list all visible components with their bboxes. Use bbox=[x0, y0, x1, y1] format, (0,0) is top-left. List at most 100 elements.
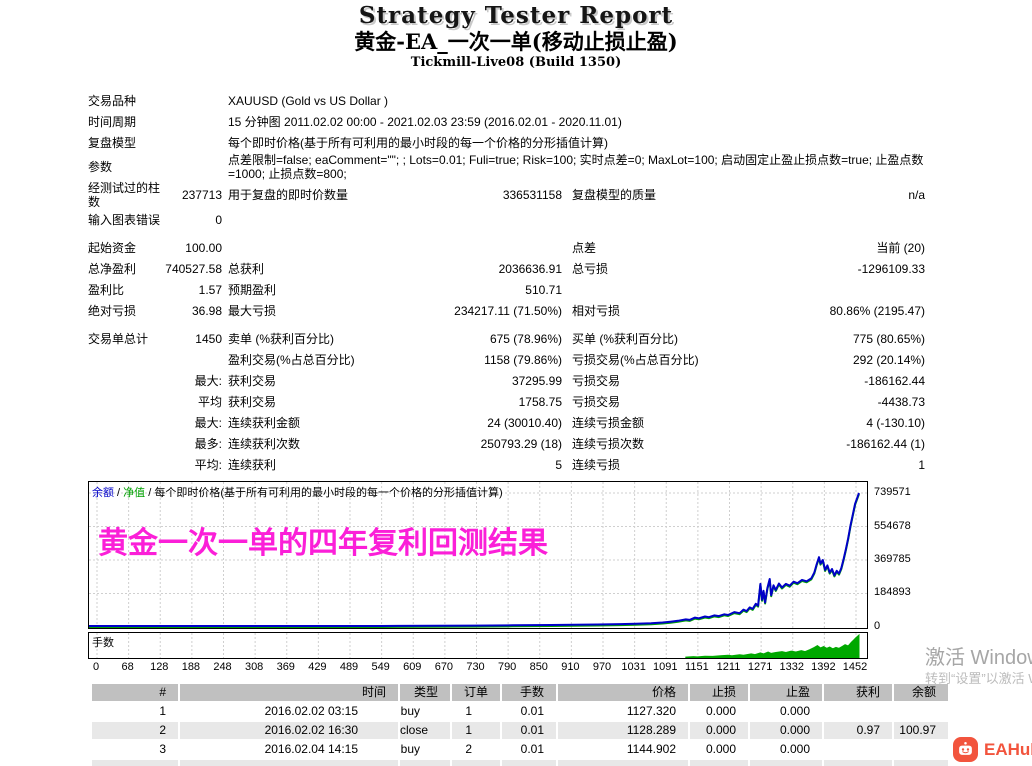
summary-label: 复盘模型的质量 bbox=[572, 188, 657, 202]
x-tick-label: 1031 bbox=[621, 661, 646, 673]
summary-value bbox=[163, 90, 222, 111]
trades-header-cell: 订单 bbox=[452, 684, 500, 701]
summary-value: 每个即时价格(基于所有可利用的最小时段的每一个价格的分形插值计算) bbox=[228, 135, 608, 150]
summary-label: 盈利比 bbox=[88, 282, 125, 297]
summary-value: -1296109.33 bbox=[857, 261, 926, 276]
summary-label: 连续获利金额 bbox=[228, 415, 301, 430]
trades-header-row: # 时间 类型 订单 手数 价格 止损 止盈 获利 余额 bbox=[92, 684, 948, 701]
summary-label: 时间周期 bbox=[88, 114, 137, 129]
summary-value bbox=[392, 209, 562, 230]
trade-cell bbox=[824, 741, 892, 758]
y-tick-label: 369785 bbox=[874, 553, 911, 565]
x-tick-label: 609 bbox=[403, 661, 422, 673]
summary-value: 36.98 bbox=[191, 303, 222, 318]
summary-value: 100.00 bbox=[185, 240, 222, 255]
summary-row: 参数 点差限制=false; eaComment=""; ; Lots=0.01;… bbox=[88, 153, 925, 181]
lots-chart bbox=[88, 632, 868, 659]
summary-value: 675 (78.96%) bbox=[489, 331, 562, 346]
x-tick-label: 1091 bbox=[653, 661, 678, 673]
x-tick-label: 308 bbox=[244, 661, 264, 673]
trades-header-cell: # bbox=[92, 684, 178, 701]
summary-label: 起始资金 bbox=[88, 240, 137, 255]
trade-cell bbox=[558, 760, 688, 766]
trade-cell bbox=[400, 760, 450, 766]
trade-cell: 2016.02.04 14:15 bbox=[264, 742, 358, 756]
summary-row: 平均: 连续获利 5 连续亏损 1 bbox=[88, 454, 925, 475]
summary-label bbox=[88, 454, 163, 475]
summary-label bbox=[88, 349, 163, 370]
summary-value: XAUUSD (Gold vs US Dollar ) bbox=[228, 93, 389, 108]
trades-header-cell: 止损 bbox=[690, 684, 748, 701]
x-tick-label: 1392 bbox=[811, 661, 836, 673]
summary-label bbox=[562, 279, 742, 300]
summary-value bbox=[163, 349, 222, 370]
summary-row bbox=[88, 230, 925, 237]
summary-value: 最大: bbox=[194, 415, 222, 430]
summary-row bbox=[88, 321, 925, 328]
summary-value: 最多: bbox=[194, 436, 222, 451]
x-tick-label: 1332 bbox=[779, 661, 804, 673]
summary-row: 起始资金 100.00 点差 当前 (20) bbox=[88, 237, 925, 258]
summary-label: 连续亏损金额 bbox=[572, 415, 645, 430]
legend-balance-label: 余额 bbox=[92, 487, 114, 499]
y-tick-label: 184893 bbox=[874, 586, 911, 599]
summary-label: 相对亏损 bbox=[572, 303, 621, 318]
summary-value: 336531158 bbox=[502, 188, 562, 202]
legend-equity-label: 净值 bbox=[123, 487, 146, 499]
summary-label: 经测试过的柱数 bbox=[88, 181, 161, 209]
summary-row: 绝对亏损 36.98 最大亏损 234217.11 (71.50%) 相对亏损 80.86… bbox=[88, 300, 925, 321]
summary-label: 连续获利 bbox=[228, 457, 277, 472]
lots-grid bbox=[96, 633, 857, 658]
trade-cell: 0.000 bbox=[779, 742, 810, 756]
lots-bars bbox=[685, 633, 860, 658]
trades-table: # 时间 类型 订单 手数 价格 止损 止盈 获利 余额 1 2016.02.02 03:15 buy… bbox=[90, 682, 950, 766]
summary-value: n/a bbox=[908, 188, 926, 202]
summary-value: 平均: bbox=[194, 457, 222, 472]
summary-row: 输入图表错误 0 bbox=[88, 209, 925, 230]
x-tick-label: 730 bbox=[466, 661, 485, 673]
trade-cell: 0.000 bbox=[750, 722, 822, 739]
report-title: Strategy Tester Report bbox=[358, 2, 674, 29]
trade-cell bbox=[824, 760, 892, 766]
trade-cell: 1127.320 bbox=[626, 704, 676, 718]
trade-cell bbox=[750, 760, 822, 766]
trade-cell: 0.01 bbox=[502, 722, 556, 739]
legend-model-label: 每个即时价格(基于所有可利用的最小时段的每一个价格的分形插值计算) bbox=[154, 487, 503, 499]
x-tick-label: 429 bbox=[308, 661, 327, 673]
summary-row: 经测试过的柱数 237713 用于复盘的即时价数量 336531158 复盘模型的质量 n… bbox=[88, 181, 925, 209]
trade-cell: close bbox=[400, 722, 450, 739]
summary-row: 最大: 连续获利金额 24 (30010.40) 连续亏损金额 4 (-130.10) bbox=[88, 412, 925, 433]
report-header: Strategy Tester Report 黄金-EA_一次一单(移动止损止盈… bbox=[0, 0, 1032, 71]
eahub-robot-icon bbox=[953, 737, 978, 762]
summary-label: 获利交易 bbox=[228, 373, 277, 388]
summary-gap bbox=[88, 321, 925, 328]
summary-row: 复盘模型 每个即时价格(基于所有可利用的最小时段的每一个价格的分形插值计算) bbox=[88, 132, 925, 153]
summary-label: 总净盈利 bbox=[88, 261, 137, 276]
summary-value: 250793.29 (18) bbox=[480, 436, 562, 451]
summary-gap bbox=[88, 230, 925, 237]
summary-value bbox=[163, 111, 222, 132]
x-tick-label: 188 bbox=[181, 661, 201, 673]
x-tick-label: 489 bbox=[339, 661, 359, 673]
summary-value: 5 bbox=[555, 457, 562, 472]
summary-row: 平均 获利交易 1758.75 亏损交易 -4438.73 bbox=[88, 391, 925, 412]
trade-cell bbox=[824, 703, 892, 720]
trade-cell: 0.000 bbox=[705, 742, 736, 756]
summary-value: 最大: bbox=[194, 373, 222, 388]
trade-cell bbox=[894, 760, 948, 766]
summary-value: 740527.58 bbox=[165, 261, 222, 276]
summary-label: 绝对亏损 bbox=[88, 303, 137, 318]
trade-cell: 0.01 bbox=[520, 704, 544, 718]
report-server-line: Tickmill-Live08 (Build 1350) bbox=[410, 55, 622, 70]
summary-value: 37295.99 bbox=[511, 373, 562, 388]
summary-label: 亏损交易 bbox=[572, 373, 621, 388]
trades-header-cell: 止盈 bbox=[750, 684, 822, 701]
summary-label bbox=[88, 370, 163, 391]
summary-label bbox=[88, 391, 163, 412]
y-tick-label: 0 bbox=[874, 620, 881, 632]
x-tick-label: 0 bbox=[92, 661, 100, 673]
trade-row: 3 2016.02.04 14:15 buy 2 0.01 1144.902 0.000 0.… bbox=[92, 741, 948, 758]
summary-label: 输入图表错误 bbox=[88, 212, 161, 227]
summary-label bbox=[88, 412, 163, 433]
summary-row: 盈利比 1.57 预期盈利 510.71 bbox=[88, 279, 925, 300]
